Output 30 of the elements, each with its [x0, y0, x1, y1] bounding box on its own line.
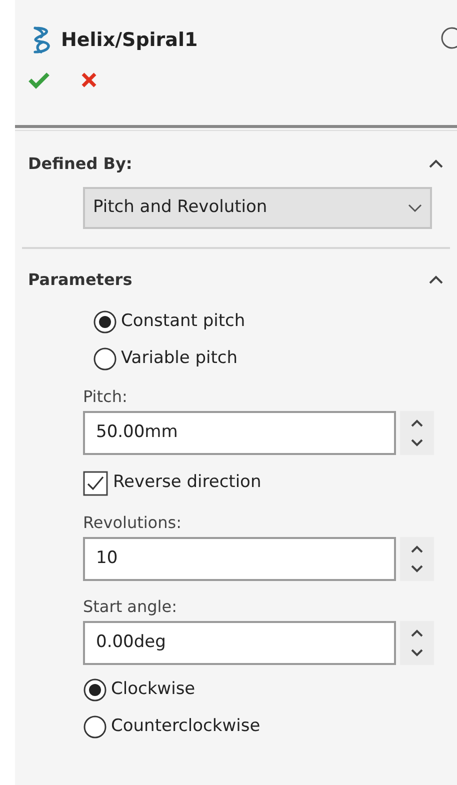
panel-title: Helix/Spiral1	[61, 28, 198, 53]
radio-label: Constant pitch	[121, 310, 246, 333]
section-title: Parameters	[28, 269, 132, 291]
radio-label: Clockwise	[111, 678, 196, 701]
section-title: Defined By:	[28, 153, 132, 175]
collapse-chevron-icon[interactable]	[428, 275, 444, 285]
dropdown[interactable]: Pitch and Revolution	[83, 187, 432, 229]
field-label: Revolutions:	[83, 512, 182, 534]
cancel-x-icon[interactable]	[80, 71, 98, 89]
help-icon[interactable]	[440, 26, 457, 50]
radio-button[interactable]	[83, 678, 107, 702]
ok-check-icon[interactable]	[28, 71, 50, 89]
spin-buttons[interactable]	[400, 537, 434, 581]
checkbox-label: Reverse direction	[113, 471, 262, 494]
radio-button[interactable]	[93, 310, 117, 334]
spin-buttons[interactable]	[400, 621, 434, 665]
field-label: Start angle:	[83, 596, 178, 618]
radio-label: Counterclockwise	[111, 714, 260, 738]
radio-button[interactable]	[83, 714, 107, 738]
caret-icon	[408, 204, 422, 212]
spin-buttons[interactable]	[400, 411, 434, 455]
field-label: Pitch:	[83, 386, 128, 408]
helix-icon	[31, 25, 53, 55]
input-field[interactable]: 10	[83, 537, 396, 581]
input-field[interactable]: 0.00deg	[83, 621, 396, 665]
radio-button[interactable]	[93, 346, 117, 370]
input-field[interactable]: 50.00mm	[83, 411, 396, 455]
radio-label: Variable pitch	[121, 346, 238, 370]
collapse-chevron-icon[interactable]	[428, 159, 444, 169]
checkbox[interactable]	[83, 470, 108, 496]
